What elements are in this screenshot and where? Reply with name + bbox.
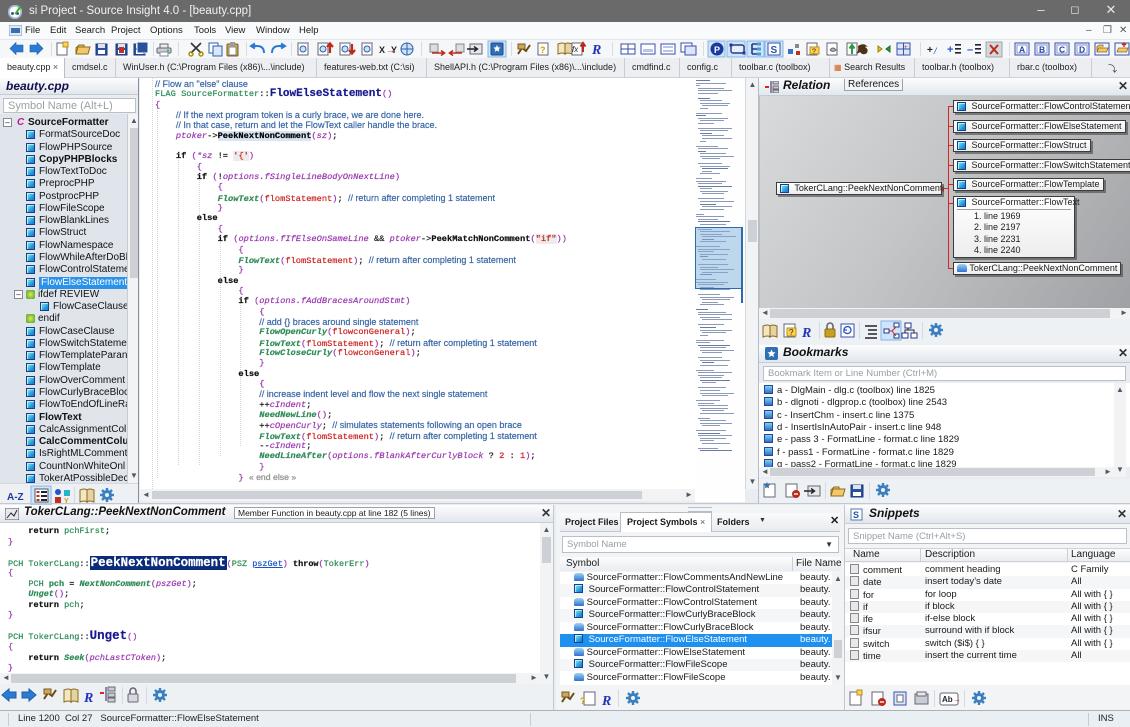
svg-text:R: R [83, 691, 93, 706]
svg-text:→: → [953, 695, 961, 704]
svg-text:D: D [1079, 45, 1085, 55]
svg-text:+: + [947, 44, 953, 56]
svg-text:Y: Y [391, 45, 397, 55]
svg-text:–: – [967, 44, 973, 56]
svg-text:A: A [1019, 45, 1025, 55]
svg-text:?: ? [580, 696, 586, 706]
svg-text:Ab: Ab [942, 695, 953, 704]
svg-text:S: S [771, 45, 778, 56]
svg-text:+: + [927, 45, 933, 56]
svg-text:fx: fx [572, 45, 579, 54]
svg-text:?: ? [540, 45, 546, 55]
svg-text:X: X [379, 45, 385, 55]
svg-text:C: C [1059, 45, 1065, 55]
svg-text:?: ? [789, 328, 794, 337]
svg-text:S: S [853, 510, 859, 520]
svg-text:R: R [601, 694, 611, 709]
svg-text:B: B [1039, 45, 1045, 55]
svg-text:P: P [714, 45, 720, 55]
svg-text:R: R [591, 43, 601, 58]
svg-text:?: ? [812, 49, 816, 56]
svg-text:A-Z: A-Z [7, 492, 24, 503]
svg-text:R: R [801, 326, 811, 341]
svg-text:+: + [904, 45, 908, 51]
svg-text:/: / [933, 46, 938, 56]
